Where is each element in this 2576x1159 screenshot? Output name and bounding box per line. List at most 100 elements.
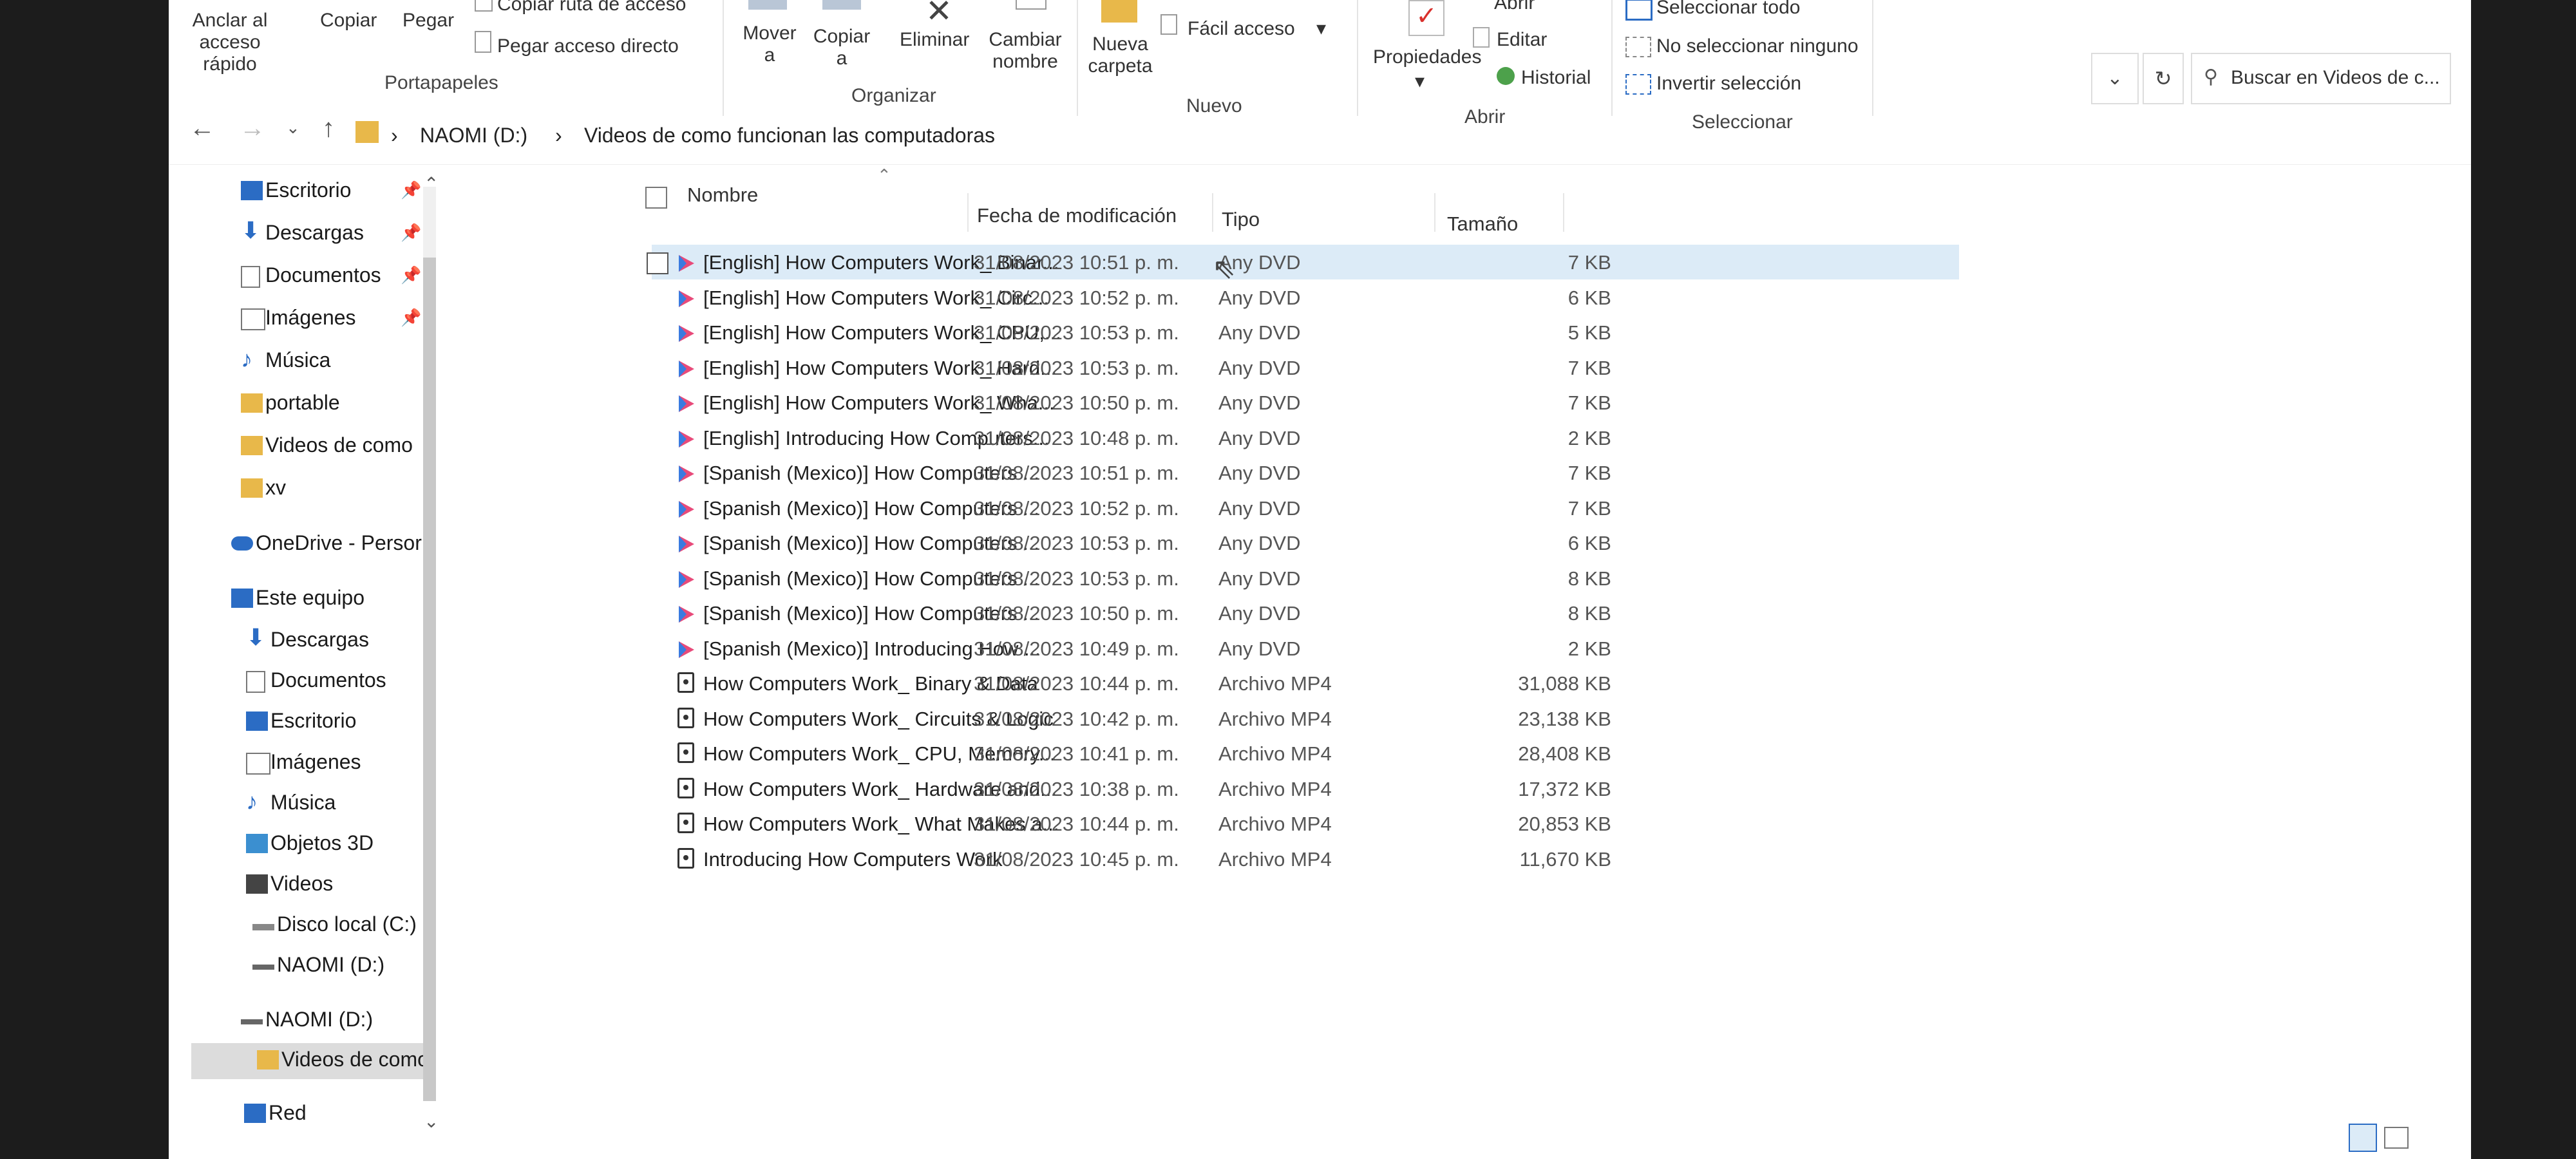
pin-quick-access-button[interactable]: Anclar al acceso rápido [175, 10, 285, 75]
nav-item[interactable]: Disco local (C:) [252, 912, 417, 936]
column-header-date[interactable]: Fecha de modificación [977, 204, 1177, 227]
nav-item[interactable]: Imágenes [241, 306, 356, 330]
ribbon-divider [723, 0, 724, 116]
forward-arrow-icon[interactable]: → [240, 114, 265, 143]
open-button[interactable]: Abrir [1494, 0, 1535, 14]
move-to-icon [748, 0, 787, 10]
file-type: Any DVD [1218, 567, 1301, 590]
file-row[interactable]: [English] Introducing How Computers... 31… [652, 420, 1959, 455]
nav-item[interactable]: Imágenes [246, 750, 361, 775]
row-checkbox[interactable] [647, 252, 668, 274]
nav-item[interactable]: ⬇ Descargas [241, 217, 364, 245]
select-all-button[interactable]: Seleccionar todo [1656, 0, 1800, 19]
pin-icon[interactable]: 📌 [401, 223, 421, 243]
properties-icon: ✓ [1408, 0, 1444, 36]
nav-item[interactable]: portable [241, 391, 340, 415]
file-date: 31/08/2023 10:52 p. m. [974, 496, 1179, 520]
pin-icon[interactable]: 📌 [401, 265, 421, 285]
nav-item[interactable]: ♪ Música [241, 346, 330, 372]
nav-item[interactable]: Escritorio [246, 709, 356, 733]
nav-item[interactable]: Objetos 3D [246, 831, 374, 855]
file-row[interactable]: [Spanish (Mexico)] How Computers ... 31/0… [652, 525, 1959, 560]
file-row[interactable]: [English] How Computers Work_ Binar... 31… [647, 245, 1959, 279]
file-row[interactable]: Introducing How Computers Work 31/08/2023… [652, 842, 1959, 876]
file-row[interactable]: How Computers Work_ CPU, Memory... 31/08/… [652, 736, 1959, 771]
history-button[interactable]: Historial [1521, 67, 1591, 89]
scroll-down-chevron-icon[interactable]: ⌄ [424, 1111, 439, 1132]
up-arrow-icon[interactable]: ↑ [322, 114, 335, 143]
copy-to-button[interactable]: Copiar a [813, 26, 871, 70]
nav-item[interactable]: Videos de como [241, 433, 413, 457]
nav-item[interactable]: Documentos [246, 668, 386, 693]
search-input[interactable]: ⚲ Buscar en Videos de c... [2191, 53, 2451, 104]
file-date: 31/08/2023 10:44 p. m. [974, 813, 1179, 835]
file-row[interactable]: [Spanish (Mexico)] How Computers ... 31/0… [652, 596, 1959, 630]
select-all-checkbox[interactable] [645, 187, 667, 209]
refresh-icon[interactable]: ↻ [2143, 53, 2184, 104]
copy-button[interactable]: Copiar [320, 10, 377, 32]
recent-chevron-icon[interactable]: ⌄ [286, 118, 300, 138]
copy-path-button[interactable]: Copiar ruta de acceso [497, 0, 687, 15]
back-arrow-icon[interactable]: ← [189, 114, 215, 143]
breadcrumb-drive[interactable]: NAOMI (D:) [420, 124, 527, 147]
nav-item-selected[interactable]: Videos de como [257, 1048, 429, 1071]
delete-button[interactable]: Eliminar [900, 29, 969, 51]
nav-item[interactable]: ⬇ Descargas [246, 624, 369, 652]
nav-item[interactable]: OneDrive - Persor [231, 531, 422, 555]
pin-icon[interactable]: 📌 [401, 308, 421, 328]
large-icons-view-icon[interactable] [2384, 1127, 2409, 1149]
file-row[interactable]: [Spanish (Mexico)] Introducing How ... 31… [652, 631, 1959, 666]
any-dvd-file-icon [679, 570, 694, 588]
file-row[interactable]: [English] How Computers Work_ Wha... 31/0… [652, 385, 1959, 420]
column-header-type[interactable]: Tipo [1222, 208, 1260, 231]
easy-access-button[interactable]: Fácil acceso [1188, 18, 1295, 40]
column-divider[interactable] [967, 193, 969, 232]
nav-item[interactable]: xv [241, 476, 286, 500]
nav-item[interactable]: Videos [246, 872, 333, 896]
nav-item[interactable]: NAOMI (D:) [252, 953, 384, 977]
address-dropdown-chevron-icon[interactable]: ⌄ [2091, 53, 2139, 104]
move-to-button[interactable]: Mover a [741, 23, 799, 66]
file-row[interactable]: [Spanish (Mexico)] How Computers ... 31/0… [652, 455, 1959, 490]
file-date: 31/08/2023 10:44 p. m. [974, 672, 1179, 695]
file-type: Any DVD [1218, 637, 1301, 660]
column-header-name[interactable]: Nombre [687, 184, 758, 207]
nav-item[interactable]: Documentos [241, 263, 381, 288]
file-row[interactable]: [Spanish (Mexico)] How Computers ... 31/0… [652, 491, 1959, 525]
invert-selection-button[interactable]: Invertir selección [1656, 73, 1801, 95]
file-row[interactable]: How Computers Work_ Binary & Data 31/08/2… [652, 666, 1959, 701]
address-box[interactable]: › NAOMI (D:) › Videos de como funcionan … [355, 116, 2242, 155]
file-row[interactable]: How Computers Work_ Hardware and... 31/08… [652, 771, 1959, 806]
paste-button[interactable]: Pegar [402, 10, 454, 32]
paste-shortcut-button[interactable]: Pegar acceso directo [497, 35, 679, 57]
file-type: Archivo MP4 [1218, 672, 1332, 695]
details-view-icon[interactable] [2349, 1124, 2377, 1152]
file-row[interactable]: [Spanish (Mexico)] How Computers ... 31/0… [652, 561, 1959, 596]
nav-item[interactable]: Red [244, 1101, 307, 1125]
file-row[interactable]: [English] How Computers Work_ Hard... 31/… [652, 350, 1959, 385]
nav-item[interactable]: ♪ Música [246, 788, 336, 815]
new-folder-button[interactable]: Nueva carpeta [1083, 33, 1157, 77]
edit-button[interactable]: Editar [1497, 29, 1547, 51]
breadcrumb-folder[interactable]: Videos de como funcionan las computadora… [584, 124, 995, 147]
file-row[interactable]: How Computers Work_ Circuits & Logic 31/0… [652, 701, 1959, 736]
column-divider[interactable] [1212, 193, 1213, 232]
rename-button[interactable]: Cambiar nombre [980, 29, 1070, 73]
column-divider[interactable] [1434, 193, 1435, 232]
select-none-button[interactable]: No seleccionar ninguno [1656, 35, 1859, 57]
nav-item[interactable]: NAOMI (D:) [241, 1008, 373, 1032]
nav-item[interactable]: Este equipo [231, 586, 365, 610]
nav-item[interactable]: Escritorio [241, 178, 351, 202]
file-row[interactable]: How Computers Work_ What Makes a... 31/08… [652, 806, 1959, 841]
file-row[interactable]: [English] How Computers Work_ Circ... 31/… [652, 280, 1959, 315]
nav-scrollbar-thumb[interactable] [423, 258, 436, 1101]
pin-icon[interactable]: 📌 [401, 180, 421, 200]
file-size: 7 KB [1567, 251, 1611, 274]
file-row[interactable]: [English] How Computers Work_ CPU,... 31/… [652, 315, 1959, 350]
column-header-size[interactable]: Tamaño [1447, 212, 1518, 236]
column-divider[interactable] [1563, 193, 1564, 232]
search-icon: ⚲ [2204, 66, 2218, 88]
properties-button[interactable]: Propiedades [1373, 46, 1481, 68]
file-size: 2 KB [1567, 426, 1611, 449]
copy-path-icon [475, 0, 493, 12]
